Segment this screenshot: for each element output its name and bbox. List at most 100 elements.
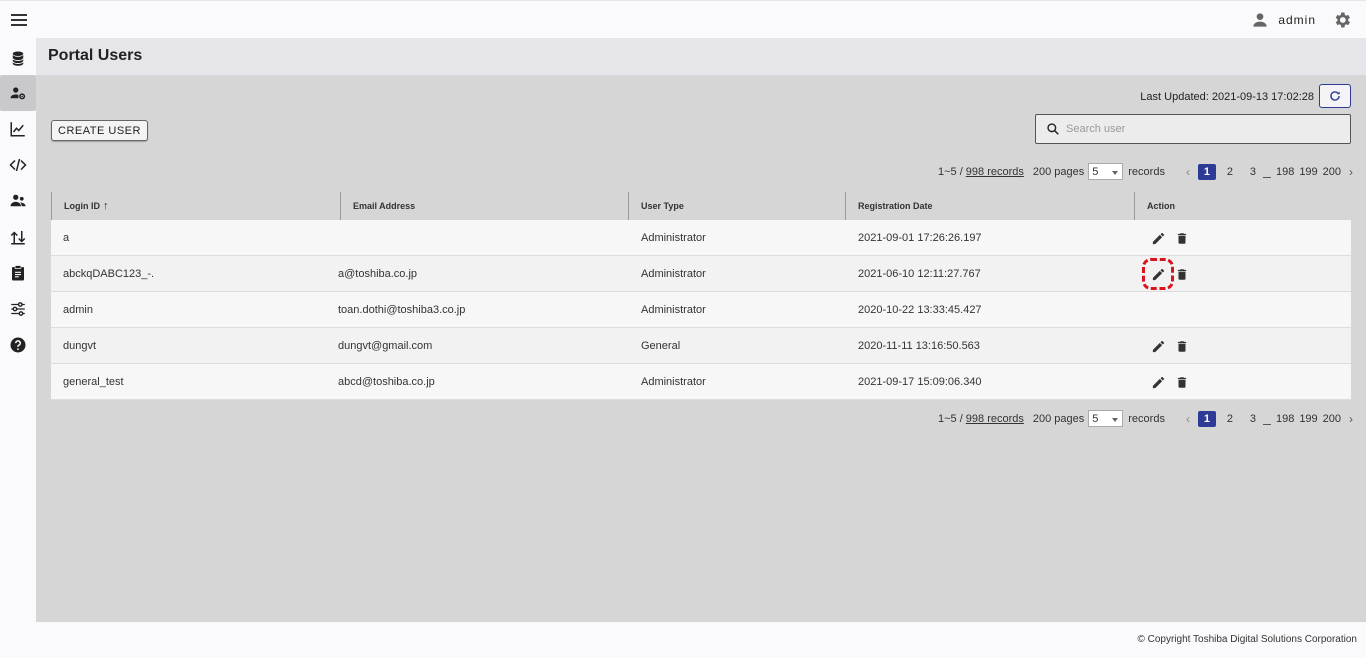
sidebar-item-analytics[interactable] xyxy=(0,111,36,147)
email-cell: abcd@toshiba.co.jp xyxy=(338,376,435,388)
delete-button[interactable] xyxy=(1173,229,1191,247)
email-cell: a@toshiba.co.jp xyxy=(338,268,418,280)
column-header-email[interactable]: Email Address xyxy=(340,192,628,220)
transfer-icon xyxy=(10,231,26,245)
page-button[interactable]: 200 xyxy=(1323,164,1341,180)
user-type-cell: Administrator xyxy=(641,304,706,316)
database-icon xyxy=(12,51,24,66)
trash-icon xyxy=(1177,232,1187,244)
sort-ascending-icon[interactable]: ↑ xyxy=(103,200,109,212)
login-id-cell: abckqDABC123_-. xyxy=(63,268,155,280)
pencil-icon xyxy=(1152,340,1164,352)
page-size-value: 5 xyxy=(1092,165,1099,178)
trash-icon xyxy=(1177,376,1187,388)
search-input[interactable] xyxy=(1066,123,1326,135)
records-count-link[interactable]: 998 records xyxy=(966,413,1024,425)
edit-button[interactable] xyxy=(1149,337,1167,355)
clipboard-icon xyxy=(12,265,24,281)
registration-date-cell: 2020-11-11 13:16:50.563 xyxy=(858,340,980,352)
column-header-login-id[interactable]: Login ID ↑ xyxy=(51,192,341,220)
next-page-icon[interactable]: › xyxy=(1349,412,1353,426)
menu-icon[interactable] xyxy=(11,14,27,26)
search-icon xyxy=(1047,123,1059,135)
login-id-cell: admin xyxy=(63,304,93,316)
page-button[interactable]: 2 xyxy=(1221,164,1239,180)
login-id-cell: dungvt xyxy=(63,340,97,352)
table-row: a Administrator 2021-09-01 17:26:26.197 xyxy=(51,220,1351,256)
sidebar-item-database[interactable] xyxy=(0,41,36,77)
user-type-cell: Administrator xyxy=(641,268,706,280)
column-header-label: User Type xyxy=(641,201,684,211)
last-updated-text: Last Updated: 2021-09-13 17:02:28 xyxy=(1140,91,1314,103)
sidebar-item-settings[interactable] xyxy=(0,291,36,327)
sidebar-item-transfer[interactable] xyxy=(0,219,36,255)
action-cell xyxy=(1149,328,1191,364)
page-button[interactable]: 198 xyxy=(1276,411,1294,427)
registration-date-cell: 2021-06-10 12:11:27.767 xyxy=(858,268,981,280)
login-id-cell: a xyxy=(63,232,70,244)
pencil-icon xyxy=(1152,232,1164,244)
column-header-action: Action xyxy=(1134,192,1351,220)
records-range: 1~5 / xyxy=(938,165,963,178)
registration-date-cell: 2021-09-17 15:09:06.340 xyxy=(858,376,982,388)
page-button[interactable]: 199 xyxy=(1299,164,1317,180)
edit-button[interactable] xyxy=(1149,373,1167,391)
records-label: records xyxy=(1128,165,1165,178)
page-button[interactable]: 200 xyxy=(1323,411,1341,427)
page-button[interactable]: 198 xyxy=(1276,164,1294,180)
page-button[interactable]: 2 xyxy=(1221,411,1239,427)
copyright-text: © Copyright Toshiba Digital Solutions Co… xyxy=(1137,634,1357,645)
registration-date-cell: 2020-10-22 13:33:45.427 xyxy=(858,304,982,316)
table-row: dungvt dungvt@gmail.com General 2020-11-… xyxy=(51,328,1351,364)
prev-page-icon[interactable]: ‹ xyxy=(1183,165,1193,179)
user-icon[interactable] xyxy=(1250,10,1270,30)
prev-page-icon[interactable]: ‹ xyxy=(1183,412,1193,426)
delete-button[interactable] xyxy=(1173,337,1191,355)
table-row: general_test abcd@toshiba.co.jp Administ… xyxy=(51,364,1351,400)
page-button[interactable]: 1 xyxy=(1197,410,1216,427)
records-count-link[interactable]: 998 records xyxy=(966,166,1024,178)
footer: © Copyright Toshiba Digital Solutions Co… xyxy=(0,622,1366,658)
sidebar-item-groups[interactable] xyxy=(0,183,36,219)
users-icon xyxy=(10,194,26,207)
sidebar xyxy=(0,38,36,622)
next-page-icon[interactable]: › xyxy=(1349,165,1353,179)
edit-button[interactable] xyxy=(1149,229,1167,247)
column-header-registration-date[interactable]: Registration Date xyxy=(845,192,1134,220)
page-header: Portal Users xyxy=(36,38,1366,75)
pencil-icon xyxy=(1152,268,1164,280)
sidebar-item-portal-users[interactable] xyxy=(0,75,36,111)
user-type-cell: General xyxy=(641,340,681,352)
pencil-icon xyxy=(1152,376,1164,388)
page-size-select[interactable]: 5 xyxy=(1088,163,1124,180)
records-range: 1~5 / xyxy=(938,412,963,425)
chevron-down-icon xyxy=(1112,171,1119,175)
page-button[interactable]: 3 xyxy=(1244,164,1262,180)
sidebar-item-api[interactable] xyxy=(0,147,36,183)
gear-icon[interactable] xyxy=(1332,10,1352,30)
search-box[interactable] xyxy=(1035,114,1351,144)
records-label: records xyxy=(1128,412,1165,425)
action-cell xyxy=(1142,256,1191,292)
delete-button[interactable] xyxy=(1173,265,1191,283)
sidebar-item-reports[interactable] xyxy=(0,255,36,291)
edit-button[interactable] xyxy=(1142,258,1174,290)
column-header-label: Login ID xyxy=(64,201,100,211)
page-button[interactable]: 199 xyxy=(1299,411,1317,427)
pagination-bottom: 1~5 / 998 records 200 pages 5 records ‹ … xyxy=(938,410,1353,427)
column-header-label: Registration Date xyxy=(858,201,933,211)
page-size-select[interactable]: 5 xyxy=(1088,410,1124,427)
page-ellipsis xyxy=(1262,170,1271,178)
delete-button[interactable] xyxy=(1173,373,1191,391)
code-icon xyxy=(9,158,27,172)
sidebar-item-help[interactable] xyxy=(0,327,36,363)
users-table: Login ID ↑ Email Address User Type Regist… xyxy=(51,192,1351,400)
page-button[interactable]: 3 xyxy=(1244,411,1262,427)
create-user-button[interactable]: CREATE USER xyxy=(51,120,148,141)
username[interactable]: admin xyxy=(1278,13,1316,27)
refresh-button[interactable] xyxy=(1319,84,1351,108)
pages-count: 200 pages xyxy=(1032,412,1085,425)
column-header-user-type[interactable]: User Type xyxy=(628,192,845,220)
chart-line-icon xyxy=(10,122,25,137)
page-button[interactable]: 1 xyxy=(1197,163,1216,180)
